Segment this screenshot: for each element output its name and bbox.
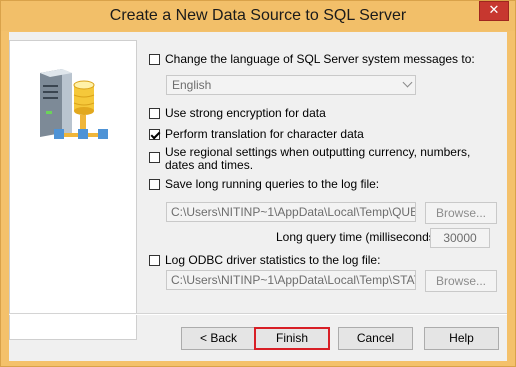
close-icon: ✕: [488, 3, 500, 18]
back-button[interactable]: < Back: [181, 327, 256, 350]
long-queries-browse-button[interactable]: Browse...: [425, 202, 497, 224]
language-select-value: English: [172, 78, 212, 92]
dialog-body: Change the language of SQL Server system…: [9, 32, 507, 361]
language-select[interactable]: English: [166, 75, 416, 95]
strong-encryption-checkbox[interactable]: [149, 108, 160, 119]
long-queries-path-field[interactable]: C:\Users\NITINP~1\AppData\Local\Temp\QUE…: [166, 202, 416, 222]
long-query-time-field[interactable]: 30000: [430, 228, 490, 248]
long-queries-checkbox[interactable]: [149, 179, 160, 190]
database-server-network-icon: [40, 69, 108, 139]
odbc-stats-label: Log ODBC driver statistics to the log fi…: [165, 253, 381, 267]
odbc-stats-row[interactable]: Log ODBC driver statistics to the log fi…: [149, 254, 380, 267]
regional-settings-label: Use regional settings when outputting cu…: [165, 145, 471, 172]
close-button[interactable]: ✕: [479, 1, 509, 21]
translation-checkbox[interactable]: [149, 129, 160, 140]
finish-button[interactable]: Finish: [254, 327, 330, 350]
translation-row[interactable]: Perform translation for character data: [149, 128, 364, 141]
odbc-stats-browse-button[interactable]: Browse...: [425, 270, 497, 292]
change-language-checkbox[interactable]: [149, 54, 160, 65]
odbc-stats-path-field[interactable]: C:\Users\NITINP~1\AppData\Local\Temp\STA…: [166, 270, 416, 290]
long-queries-row[interactable]: Save long running queries to the log fil…: [149, 178, 379, 191]
change-language-label: Change the language of SQL Server system…: [165, 52, 475, 66]
long-queries-label: Save long running queries to the log fil…: [165, 177, 380, 191]
cancel-button[interactable]: Cancel: [338, 327, 413, 350]
title-bar[interactable]: Create a New Data Source to SQL Server ✕: [1, 1, 515, 31]
odbc-stats-checkbox[interactable]: [149, 255, 160, 266]
window-title: Create a New Data Source to SQL Server: [109, 7, 407, 24]
help-button[interactable]: Help: [424, 327, 499, 350]
long-query-time-label: Long query time (milliseconds):: [276, 230, 443, 244]
strong-encryption-row[interactable]: Use strong encryption for data: [149, 107, 326, 120]
chevron-down-icon: [402, 77, 413, 88]
translation-label: Perform translation for character data: [165, 127, 364, 141]
button-divider: [9, 313, 507, 315]
change-language-row[interactable]: Change the language of SQL Server system…: [149, 53, 475, 66]
illustration-panel: [9, 40, 137, 340]
dialog-window: Create a New Data Source to SQL Server ✕: [0, 0, 516, 367]
strong-encryption-label: Use strong encryption for data: [165, 106, 326, 120]
regional-settings-row[interactable]: Use regional settings when outputting cu…: [149, 146, 491, 172]
regional-settings-checkbox[interactable]: [149, 152, 160, 163]
